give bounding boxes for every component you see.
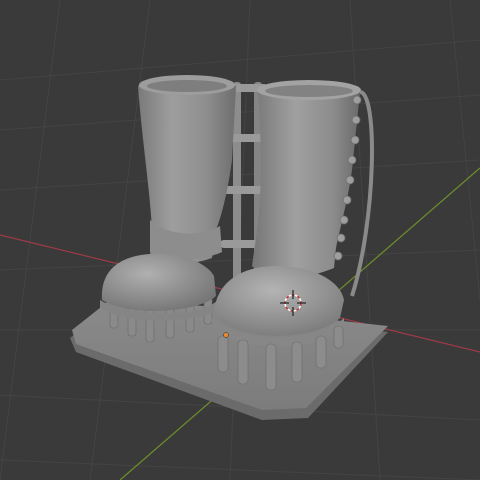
object-origin-icon (223, 332, 229, 338)
3d-viewport[interactable] (0, 0, 480, 480)
viewport-canvas[interactable] (0, 0, 480, 480)
